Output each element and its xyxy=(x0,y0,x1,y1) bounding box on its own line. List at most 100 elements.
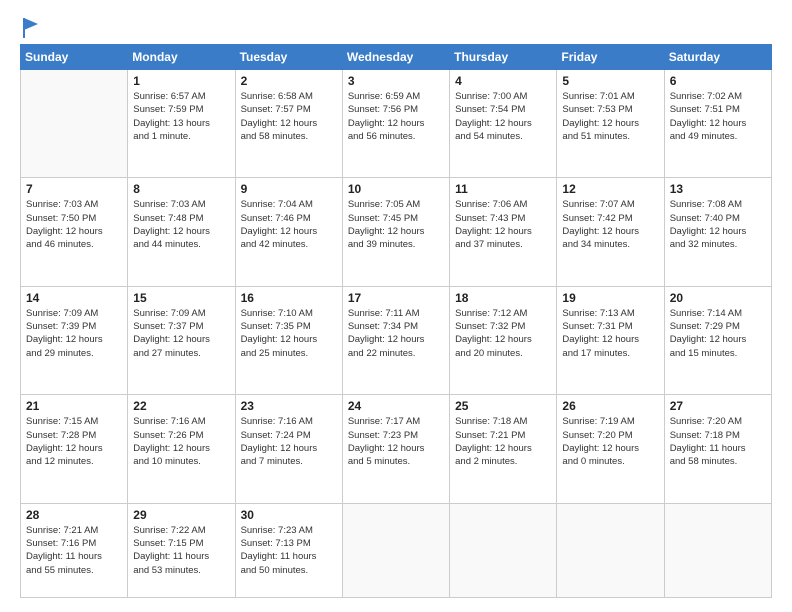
day-number: 29 xyxy=(133,508,229,522)
header xyxy=(20,18,772,34)
table-row xyxy=(557,503,664,597)
table-row: 26 Sunrise: 7:19 AM Sunset: 7:20 PM Dayli… xyxy=(557,395,664,503)
table-row: 20 Sunrise: 7:14 AM Sunset: 7:29 PM Dayli… xyxy=(664,286,771,394)
day-number: 21 xyxy=(26,399,122,413)
table-row: 27 Sunrise: 7:20 AM Sunset: 7:18 PM Dayli… xyxy=(664,395,771,503)
logo-flag-icon xyxy=(22,16,40,38)
cell-info: Sunrise: 7:09 AM Sunset: 7:39 PM Dayligh… xyxy=(26,307,122,360)
day-number: 20 xyxy=(670,291,766,305)
cell-info: Sunrise: 7:13 AM Sunset: 7:31 PM Dayligh… xyxy=(562,307,658,360)
table-row: 6Sunrise: 7:02 AM Sunset: 7:51 PM Daylig… xyxy=(664,70,771,178)
cell-info: Sunrise: 7:02 AM Sunset: 7:51 PM Dayligh… xyxy=(670,90,766,143)
day-number: 3 xyxy=(348,74,444,88)
cell-info: Sunrise: 7:09 AM Sunset: 7:37 PM Dayligh… xyxy=(133,307,229,360)
cell-info: Sunrise: 7:08 AM Sunset: 7:40 PM Dayligh… xyxy=(670,198,766,251)
day-number: 27 xyxy=(670,399,766,413)
cell-info: Sunrise: 7:23 AM Sunset: 7:13 PM Dayligh… xyxy=(241,524,337,577)
day-number: 17 xyxy=(348,291,444,305)
table-row: 10 Sunrise: 7:05 AM Sunset: 7:45 PM Dayli… xyxy=(342,178,449,286)
table-row: 17Sunrise: 7:11 AM Sunset: 7:34 PM Dayli… xyxy=(342,286,449,394)
table-row: 18 Sunrise: 7:12 AM Sunset: 7:32 PM Dayli… xyxy=(450,286,557,394)
day-number: 24 xyxy=(348,399,444,413)
cell-info: Sunrise: 7:03 AM Sunset: 7:50 PM Dayligh… xyxy=(26,198,122,251)
table-row: 9 Sunrise: 7:04 AM Sunset: 7:46 PM Daylig… xyxy=(235,178,342,286)
day-number: 30 xyxy=(241,508,337,522)
day-header-saturday: Saturday xyxy=(664,45,771,70)
cell-info: Sunrise: 6:58 AM Sunset: 7:57 PM Dayligh… xyxy=(241,90,337,143)
table-row: 12 Sunrise: 7:07 AM Sunset: 7:42 PM Dayli… xyxy=(557,178,664,286)
day-number: 28 xyxy=(26,508,122,522)
table-row: 2 Sunrise: 6:58 AM Sunset: 7:57 PM Daylig… xyxy=(235,70,342,178)
day-header-monday: Monday xyxy=(128,45,235,70)
day-header-friday: Friday xyxy=(557,45,664,70)
day-number: 10 xyxy=(348,182,444,196)
table-row xyxy=(21,70,128,178)
day-number: 5 xyxy=(562,74,658,88)
day-number: 14 xyxy=(26,291,122,305)
table-row: 3 Sunrise: 6:59 AM Sunset: 7:56 PM Daylig… xyxy=(342,70,449,178)
table-row: 4Sunrise: 7:00 AM Sunset: 7:54 PM Daylig… xyxy=(450,70,557,178)
cell-info: Sunrise: 7:14 AM Sunset: 7:29 PM Dayligh… xyxy=(670,307,766,360)
table-row: 29 Sunrise: 7:22 AM Sunset: 7:15 PM Dayli… xyxy=(128,503,235,597)
day-number: 7 xyxy=(26,182,122,196)
table-row: 14 Sunrise: 7:09 AM Sunset: 7:39 PM Dayli… xyxy=(21,286,128,394)
table-row: 5 Sunrise: 7:01 AM Sunset: 7:53 PM Daylig… xyxy=(557,70,664,178)
table-row: 30 Sunrise: 7:23 AM Sunset: 7:13 PM Dayli… xyxy=(235,503,342,597)
table-row xyxy=(342,503,449,597)
cell-info: Sunrise: 7:21 AM Sunset: 7:16 PM Dayligh… xyxy=(26,524,122,577)
day-number: 2 xyxy=(241,74,337,88)
cell-info: Sunrise: 7:22 AM Sunset: 7:15 PM Dayligh… xyxy=(133,524,229,577)
table-row: 25 Sunrise: 7:18 AM Sunset: 7:21 PM Dayli… xyxy=(450,395,557,503)
cell-info: Sunrise: 7:03 AM Sunset: 7:48 PM Dayligh… xyxy=(133,198,229,251)
cell-info: Sunrise: 7:15 AM Sunset: 7:28 PM Dayligh… xyxy=(26,415,122,468)
day-number: 15 xyxy=(133,291,229,305)
table-row: 7 Sunrise: 7:03 AM Sunset: 7:50 PM Daylig… xyxy=(21,178,128,286)
day-number: 22 xyxy=(133,399,229,413)
day-number: 19 xyxy=(562,291,658,305)
table-row: 13 Sunrise: 7:08 AM Sunset: 7:40 PM Dayli… xyxy=(664,178,771,286)
table-row: 19 Sunrise: 7:13 AM Sunset: 7:31 PM Dayli… xyxy=(557,286,664,394)
day-header-sunday: Sunday xyxy=(21,45,128,70)
day-number: 11 xyxy=(455,182,551,196)
cell-info: Sunrise: 7:20 AM Sunset: 7:18 PM Dayligh… xyxy=(670,415,766,468)
table-row: 21 Sunrise: 7:15 AM Sunset: 7:28 PM Dayli… xyxy=(21,395,128,503)
day-number: 26 xyxy=(562,399,658,413)
table-row: 1 Sunrise: 6:57 AM Sunset: 7:59 PM Daylig… xyxy=(128,70,235,178)
cell-info: Sunrise: 7:16 AM Sunset: 7:24 PM Dayligh… xyxy=(241,415,337,468)
cell-info: Sunrise: 7:01 AM Sunset: 7:53 PM Dayligh… xyxy=(562,90,658,143)
cell-info: Sunrise: 7:06 AM Sunset: 7:43 PM Dayligh… xyxy=(455,198,551,251)
day-number: 8 xyxy=(133,182,229,196)
table-row xyxy=(450,503,557,597)
cell-info: Sunrise: 6:59 AM Sunset: 7:56 PM Dayligh… xyxy=(348,90,444,143)
day-number: 16 xyxy=(241,291,337,305)
cell-info: Sunrise: 7:10 AM Sunset: 7:35 PM Dayligh… xyxy=(241,307,337,360)
table-row: 23Sunrise: 7:16 AM Sunset: 7:24 PM Dayli… xyxy=(235,395,342,503)
cell-info: Sunrise: 7:16 AM Sunset: 7:26 PM Dayligh… xyxy=(133,415,229,468)
cell-info: Sunrise: 7:12 AM Sunset: 7:32 PM Dayligh… xyxy=(455,307,551,360)
day-number: 18 xyxy=(455,291,551,305)
cell-info: Sunrise: 7:05 AM Sunset: 7:45 PM Dayligh… xyxy=(348,198,444,251)
page: SundayMondayTuesdayWednesdayThursdayFrid… xyxy=(0,0,792,612)
day-header-wednesday: Wednesday xyxy=(342,45,449,70)
table-row: 24 Sunrise: 7:17 AM Sunset: 7:23 PM Dayli… xyxy=(342,395,449,503)
cell-info: Sunrise: 6:57 AM Sunset: 7:59 PM Dayligh… xyxy=(133,90,229,143)
logo xyxy=(20,18,40,34)
day-number: 4 xyxy=(455,74,551,88)
cell-info: Sunrise: 7:04 AM Sunset: 7:46 PM Dayligh… xyxy=(241,198,337,251)
day-number: 12 xyxy=(562,182,658,196)
table-row: 15 Sunrise: 7:09 AM Sunset: 7:37 PM Dayli… xyxy=(128,286,235,394)
day-number: 9 xyxy=(241,182,337,196)
calendar-table: SundayMondayTuesdayWednesdayThursdayFrid… xyxy=(20,44,772,598)
day-number: 1 xyxy=(133,74,229,88)
cell-info: Sunrise: 7:18 AM Sunset: 7:21 PM Dayligh… xyxy=(455,415,551,468)
day-number: 13 xyxy=(670,182,766,196)
day-header-thursday: Thursday xyxy=(450,45,557,70)
day-header-tuesday: Tuesday xyxy=(235,45,342,70)
cell-info: Sunrise: 7:19 AM Sunset: 7:20 PM Dayligh… xyxy=(562,415,658,468)
day-number: 25 xyxy=(455,399,551,413)
table-row: 16 Sunrise: 7:10 AM Sunset: 7:35 PM Dayli… xyxy=(235,286,342,394)
cell-info: Sunrise: 7:07 AM Sunset: 7:42 PM Dayligh… xyxy=(562,198,658,251)
table-row: 22 Sunrise: 7:16 AM Sunset: 7:26 PM Dayli… xyxy=(128,395,235,503)
table-row: 8 Sunrise: 7:03 AM Sunset: 7:48 PM Daylig… xyxy=(128,178,235,286)
cell-info: Sunrise: 7:17 AM Sunset: 7:23 PM Dayligh… xyxy=(348,415,444,468)
